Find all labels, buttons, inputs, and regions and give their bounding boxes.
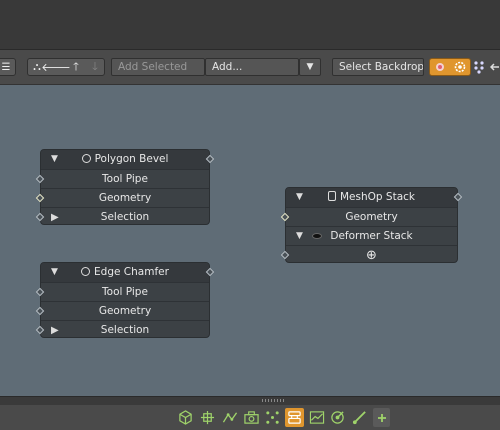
target-icon[interactable] bbox=[328, 408, 347, 427]
expand-triangle-icon[interactable]: ▶ bbox=[51, 208, 59, 227]
dots-icon[interactable] bbox=[263, 408, 282, 427]
stack-icon bbox=[328, 191, 336, 201]
input-label: Selection bbox=[100, 324, 150, 336]
circle-icon bbox=[81, 267, 91, 276]
grid-dots-icon[interactable] bbox=[472, 59, 486, 75]
input-port[interactable] bbox=[35, 193, 45, 203]
circle-icon bbox=[81, 154, 91, 163]
node-input-row: Geometry bbox=[35, 301, 209, 320]
add-dropdown-arrow[interactable]: ▼ bbox=[299, 58, 321, 76]
collapse-triangle-icon[interactable]: ▼ bbox=[296, 188, 303, 207]
input-port[interactable] bbox=[35, 287, 45, 297]
schematic-icon[interactable] bbox=[285, 408, 304, 427]
cube-icon[interactable] bbox=[176, 408, 195, 427]
input-label: Geometry bbox=[98, 305, 152, 317]
input-label: Geometry bbox=[98, 192, 152, 204]
collapse-triangle-icon[interactable]: ▼ bbox=[51, 150, 58, 169]
input-port[interactable] bbox=[35, 174, 45, 184]
eye-icon[interactable] bbox=[312, 233, 322, 239]
input-port[interactable] bbox=[35, 212, 45, 222]
select-backdrop-button[interactable]: Select Backdrop bbox=[332, 58, 424, 76]
input-port[interactable] bbox=[35, 306, 45, 316]
collapse-triangle-icon[interactable]: ▼ bbox=[51, 263, 58, 282]
collapse-triangle-icon[interactable]: ▼ bbox=[296, 227, 303, 246]
gear-icon[interactable] bbox=[450, 59, 470, 75]
add-selected-button[interactable]: Add Selected bbox=[111, 58, 205, 76]
node-title: MeshOp Stack bbox=[340, 191, 415, 203]
input-port[interactable] bbox=[280, 250, 290, 260]
transform-icon[interactable] bbox=[198, 408, 217, 427]
input-label: Deformer Stack bbox=[330, 230, 413, 242]
arrow-up-icon[interactable]: 🡑 bbox=[66, 59, 86, 75]
arrow-down-icon[interactable]: 🡓 bbox=[86, 59, 104, 75]
polygon-bevel-node[interactable]: ▼ Polygon Bevel Tool Pipe Geometry ▶ Sel… bbox=[35, 149, 215, 227]
output-port[interactable] bbox=[205, 154, 215, 164]
menu-icon: ☰ bbox=[1, 61, 11, 73]
node-title: Polygon Bevel bbox=[94, 153, 169, 165]
node-input-row: ▼ Deformer Stack bbox=[286, 226, 457, 245]
menu-button[interactable]: ☰ bbox=[0, 58, 16, 76]
meshop-stack-node[interactable]: ▼ MeshOp Stack Geometry ▼ Deformer Stack… bbox=[280, 187, 463, 264]
node-title-row[interactable]: ▼ MeshOp Stack bbox=[286, 188, 463, 207]
add-circle-icon[interactable]: ⊕ bbox=[366, 248, 377, 263]
node-input-row: Tool Pipe bbox=[35, 282, 209, 301]
graph-icon[interactable] bbox=[220, 408, 239, 427]
node-input-row: Geometry bbox=[280, 207, 457, 226]
expand-triangle-icon[interactable]: ▶ bbox=[51, 321, 59, 340]
add-icon[interactable] bbox=[373, 408, 390, 427]
edge-chamfer-node[interactable]: ▼ Edge Chamfer Tool Pipe Geometry ▶ Sele… bbox=[35, 262, 215, 340]
node-add-row: ⊕ bbox=[280, 245, 457, 264]
flower-icon[interactable] bbox=[430, 59, 450, 75]
output-port[interactable] bbox=[205, 267, 215, 277]
output-port[interactable] bbox=[453, 192, 463, 202]
node-title: Edge Chamfer bbox=[94, 266, 169, 278]
bottom-toolbar bbox=[0, 405, 500, 430]
node-input-row: Geometry bbox=[35, 188, 209, 207]
add-node-dropdown[interactable]: Add... bbox=[205, 58, 299, 76]
node-title-row[interactable]: ▼ Polygon Bevel bbox=[41, 150, 215, 169]
input-label: Geometry bbox=[345, 211, 398, 223]
node-input-row: Tool Pipe bbox=[35, 169, 209, 188]
resize-grip-icon[interactable] bbox=[262, 399, 284, 402]
node-input-row: ▶ Selection bbox=[35, 207, 209, 227]
input-label: Selection bbox=[100, 211, 150, 223]
chart-icon[interactable] bbox=[307, 408, 326, 427]
camera-icon[interactable] bbox=[242, 408, 261, 427]
schematic-toolbar: ☰ ⛬ 🡐 🡑 🡓 Add Selected Add... ▼ Select B… bbox=[0, 50, 500, 85]
pen-icon[interactable] bbox=[350, 408, 369, 427]
node-title-row[interactable]: ▼ Edge Chamfer bbox=[41, 263, 215, 282]
arrange-button-group: ⛬ 🡐 🡑 🡓 bbox=[27, 58, 105, 76]
input-port[interactable] bbox=[35, 325, 45, 335]
node-input-row: ▶ Selection bbox=[35, 320, 209, 340]
input-label: Tool Pipe bbox=[102, 173, 148, 185]
view-toggle-group bbox=[429, 58, 471, 76]
input-port[interactable] bbox=[280, 212, 290, 222]
arrow-left-icon[interactable]: 🡐 bbox=[41, 59, 71, 75]
top-panel bbox=[0, 0, 500, 50]
arrow-left-small-icon[interactable] bbox=[489, 59, 500, 75]
input-label: Tool Pipe bbox=[102, 286, 148, 298]
